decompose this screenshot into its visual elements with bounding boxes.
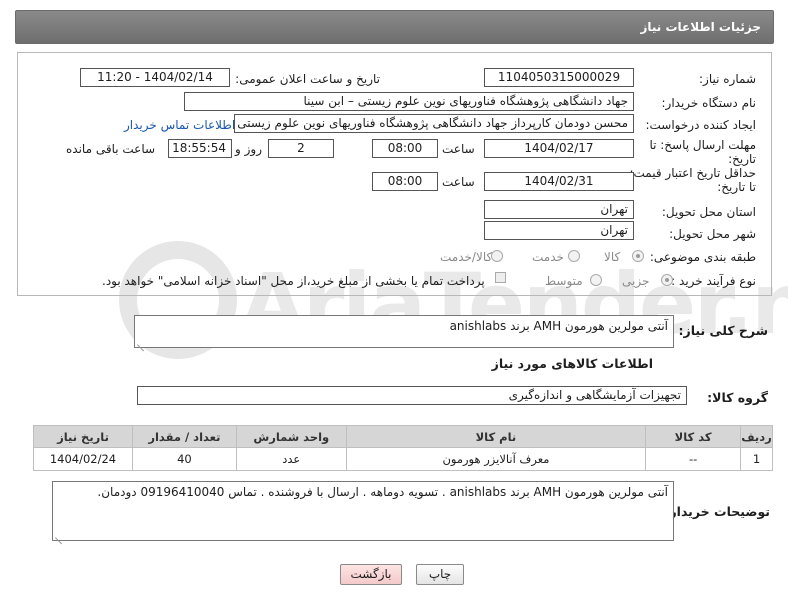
cell-unit: عدد xyxy=(235,447,347,471)
creator-label: ایجاد کننده درخواست: xyxy=(645,118,756,132)
page-header: جزئیات اطلاعات نیاز xyxy=(15,10,774,44)
buyer-contact-link[interactable]: اطلاعات تماس خریدار xyxy=(124,118,235,132)
deadline-label-2: تاریخ: xyxy=(728,152,756,166)
category-service-radio[interactable] xyxy=(568,250,580,262)
page-title: جزئیات اطلاعات نیاز xyxy=(640,20,761,34)
remaining-label: ساعت باقی مانده xyxy=(66,142,156,156)
goods-group-label: گروه کالا: xyxy=(707,390,768,405)
province-label: استان محل تحویل: xyxy=(661,205,756,219)
summary-label: شرح کلی نیاز: xyxy=(678,323,768,338)
col-code: کد کالا xyxy=(645,425,742,448)
deadline-hour-field: 08:00 xyxy=(372,139,438,158)
col-unit: واحد شمارش xyxy=(235,425,347,448)
print-button[interactable]: چاپ xyxy=(416,564,464,585)
process-medium-label: متوسط xyxy=(545,274,583,288)
resize-handle-icon[interactable] xyxy=(55,530,63,538)
buyer-notes-textarea[interactable]: آنتی مولرین هورمون AMH برند anishlabs . … xyxy=(52,481,674,541)
category-goods-service-radio[interactable] xyxy=(491,250,503,262)
category-goods-service-label: کالا/خدمت xyxy=(440,250,493,264)
need-number-label: شماره نیاز: xyxy=(699,72,756,86)
category-goods-radio[interactable] xyxy=(632,250,644,262)
category-label: طبقه بندی موضوعی: xyxy=(649,250,756,264)
cell-row: 1 xyxy=(740,447,773,471)
goods-section-title: اطلاعات کالاهای مورد نیاز xyxy=(491,356,653,371)
buyer-org-field: جهاد دانشگاهی پژوهشگاه فناوریهای نوین عل… xyxy=(184,92,634,111)
buyer-org-label: نام دستگاه خریدار: xyxy=(661,96,757,110)
announce-date-label: تاریخ و ساعت اعلان عمومی: xyxy=(235,72,380,86)
category-goods-label: کالا xyxy=(604,250,621,264)
validity-label-2: تا تاریخ: xyxy=(717,180,756,194)
treasury-payment-checkbox[interactable] xyxy=(495,272,506,283)
col-row: ردیف xyxy=(740,425,773,448)
summary-text: آنتی مولرین هورمون AMH برند anishlabs xyxy=(449,319,668,333)
process-label: نوع فرآیند خرید : xyxy=(671,274,756,288)
buyer-notes-text: آنتی مولرین هورمون AMH برند anishlabs . … xyxy=(97,485,668,499)
goods-table: ردیف کد کالا نام کالا واحد شمارش تعداد /… xyxy=(33,425,773,471)
remaining-days-field: 2 xyxy=(268,139,334,158)
category-service-label: خدمت xyxy=(532,250,564,264)
process-medium-radio[interactable] xyxy=(590,274,602,286)
back-button[interactable]: بازگشت xyxy=(340,564,402,585)
goods-group-field: تجهیزات آزمایشگاهی و اندازه‌گیری xyxy=(137,386,687,405)
col-name: نام کالا xyxy=(345,425,647,448)
deadline-hour-label: ساعت xyxy=(442,142,475,156)
goods-table-header: ردیف کد کالا نام کالا واحد شمارش تعداد /… xyxy=(33,425,773,448)
cell-qty: 40 xyxy=(131,447,237,471)
validity-hour-field: 08:00 xyxy=(372,172,438,191)
province-field: تهران xyxy=(484,200,634,219)
deadline-date-field: 1404/02/17 xyxy=(484,139,634,158)
col-date: تاریخ نیاز xyxy=(33,425,133,448)
need-number-field: 1104050315000029 xyxy=(484,68,634,87)
cell-code: -- xyxy=(645,447,742,471)
treasury-payment-note: پرداخت تمام یا بخشی از مبلغ خرید،از محل … xyxy=(102,274,485,288)
creator-field: محسن دودمان کارپرداز جهاد دانشگاهی پژوهش… xyxy=(234,114,634,133)
cell-date: 1404/02/24 xyxy=(33,447,133,471)
resize-handle-icon[interactable] xyxy=(137,337,145,345)
validity-date-field: 1404/02/31 xyxy=(484,172,634,191)
process-minor-radio[interactable] xyxy=(661,274,673,286)
city-label: شهر محل تحویل: xyxy=(669,227,756,241)
remaining-time-field: 18:55:54 xyxy=(168,139,232,158)
deadline-label-1: مهلت ارسال پاسخ: تا xyxy=(649,138,756,152)
col-qty: تعداد / مقدار xyxy=(131,425,237,448)
validity-label-1: حداقل تاریخ اعتبار قیمت: xyxy=(629,166,756,180)
table-row: 1 -- معرف آنالایزر هورمون عدد 40 1404/02… xyxy=(33,447,773,471)
buyer-notes-label: توضیحات خریدار: xyxy=(664,504,770,519)
cell-name: معرف آنالایزر هورمون xyxy=(345,447,647,471)
announce-date-field: 1404/02/14 - 11:20 xyxy=(80,68,230,87)
city-field: تهران xyxy=(484,221,634,240)
days-label: روز و xyxy=(235,142,262,156)
validity-hour-label: ساعت xyxy=(442,175,475,189)
summary-textarea[interactable]: آنتی مولرین هورمون AMH برند anishlabs xyxy=(134,315,674,348)
process-minor-label: جزیی xyxy=(622,274,650,288)
